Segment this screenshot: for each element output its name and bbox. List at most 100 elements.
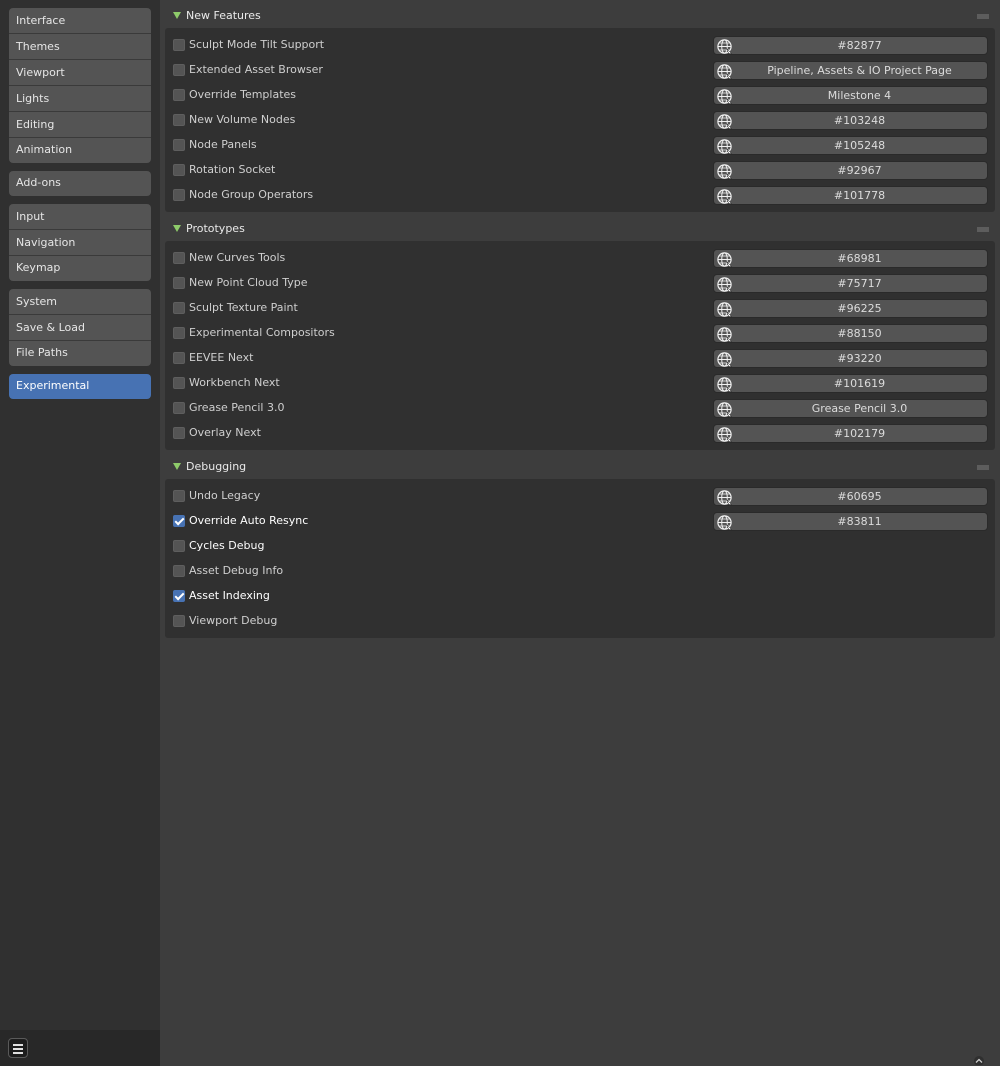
link-button[interactable]: #101619 — [713, 374, 988, 393]
checkbox-asset-indexing[interactable] — [173, 590, 185, 602]
sidebar-item-animation[interactable]: Animation — [9, 138, 151, 163]
triangle-down-icon[interactable] — [173, 463, 181, 470]
option-label[interactable]: New Point Cloud Type — [189, 276, 307, 289]
globe-icon — [716, 113, 733, 130]
option-row-overlay-next: Overlay Next #102179 — [165, 421, 995, 446]
link-button[interactable]: #68981 — [713, 249, 988, 268]
link-button[interactable]: #102179 — [713, 424, 988, 443]
checkbox-extended-asset-browser[interactable] — [173, 64, 185, 76]
checkbox-grease-pencil-3-0[interactable] — [173, 402, 185, 414]
link-button-label: #75717 — [837, 277, 882, 290]
link-button[interactable]: #60695 — [713, 487, 988, 506]
option-label[interactable]: Sculpt Texture Paint — [189, 301, 298, 314]
link-button-label: #68981 — [837, 252, 882, 265]
option-row-sculpt-mode-tilt-support: Sculpt Mode Tilt Support #82877 — [165, 33, 995, 58]
option-label[interactable]: Node Panels — [189, 138, 257, 151]
option-label[interactable]: New Curves Tools — [189, 251, 285, 264]
checkbox-override-auto-resync[interactable] — [173, 515, 185, 527]
sidebar-item-interface[interactable]: Interface — [9, 8, 151, 34]
link-button[interactable]: #92967 — [713, 161, 988, 180]
hamburger-menu-icon[interactable] — [8, 1038, 28, 1058]
option-label[interactable]: Overlay Next — [189, 426, 261, 439]
option-label[interactable]: EEVEE Next — [189, 351, 253, 364]
link-button[interactable]: #103248 — [713, 111, 988, 130]
checkbox-viewport-debug[interactable] — [173, 615, 185, 627]
checkbox-workbench-next[interactable] — [173, 377, 185, 389]
checkbox-node-group-operators[interactable] — [173, 189, 185, 201]
sidebar-footer — [0, 1030, 160, 1066]
drag-grip-icon[interactable] — [977, 227, 989, 232]
option-label[interactable]: Cycles Debug — [189, 539, 264, 552]
globe-icon — [716, 163, 733, 180]
link-button[interactable]: #101778 — [713, 186, 988, 205]
sidebar-item-experimental[interactable]: Experimental — [9, 374, 151, 399]
checkbox-rotation-socket[interactable] — [173, 164, 185, 176]
triangle-down-icon[interactable] — [173, 12, 181, 19]
sidebar-item-save-load[interactable]: Save & Load — [9, 315, 151, 341]
option-label[interactable]: Override Templates — [189, 88, 296, 101]
link-button[interactable]: #75717 — [713, 274, 988, 293]
globe-icon — [716, 376, 733, 393]
panel-header[interactable]: Debugging — [165, 453, 995, 479]
option-label[interactable]: Asset Debug Info — [189, 564, 283, 577]
link-button[interactable]: #88150 — [713, 324, 988, 343]
sidebar-item-viewport[interactable]: Viewport — [9, 60, 151, 86]
link-button[interactable]: #82877 — [713, 36, 988, 55]
option-label[interactable]: Override Auto Resync — [189, 514, 308, 527]
checkbox-sculpt-mode-tilt-support[interactable] — [173, 39, 185, 51]
globe-icon — [716, 88, 733, 105]
sidebar-item-navigation[interactable]: Navigation — [9, 230, 151, 256]
link-button[interactable]: #105248 — [713, 136, 988, 155]
sidebar-item-editing[interactable]: Editing — [9, 112, 151, 138]
option-label[interactable]: Asset Indexing — [189, 589, 270, 602]
panel-title: Prototypes — [186, 222, 245, 235]
option-label[interactable]: Sculpt Mode Tilt Support — [189, 38, 324, 51]
option-label[interactable]: Grease Pencil 3.0 — [189, 401, 284, 414]
option-label[interactable]: Rotation Socket — [189, 163, 275, 176]
option-row-override-templates: Override Templates Milestone 4 — [165, 83, 995, 108]
link-button-label: #101778 — [833, 189, 886, 202]
option-row-new-point-cloud-type: New Point Cloud Type #75717 — [165, 271, 995, 296]
link-button[interactable]: Milestone 4 — [713, 86, 988, 105]
checkbox-cycles-debug[interactable] — [173, 540, 185, 552]
link-button-label: Pipeline, Assets & IO Project Page — [767, 64, 952, 77]
option-label[interactable]: New Volume Nodes — [189, 113, 295, 126]
drag-grip-icon[interactable] — [977, 465, 989, 470]
panel-body: New Curves Tools #68981 New Point Cloud Ty… — [165, 241, 995, 450]
checkbox-asset-debug-info[interactable] — [173, 565, 185, 577]
link-button[interactable]: Grease Pencil 3.0 — [713, 399, 988, 418]
link-button[interactable]: Pipeline, Assets & IO Project Page — [713, 61, 988, 80]
sidebar-item-lights[interactable]: Lights — [9, 86, 151, 112]
checkbox-undo-legacy[interactable] — [173, 490, 185, 502]
checkbox-overlay-next[interactable] — [173, 427, 185, 439]
link-button-label: #92967 — [837, 164, 882, 177]
link-button[interactable]: #83811 — [713, 512, 988, 531]
link-button[interactable]: #96225 — [713, 299, 988, 318]
sidebar-item-system[interactable]: System — [9, 289, 151, 315]
checkbox-new-curves-tools[interactable] — [173, 252, 185, 264]
sidebar-item-add-ons[interactable]: Add-ons — [9, 171, 151, 196]
option-label[interactable]: Experimental Compositors — [189, 326, 335, 339]
option-label[interactable]: Undo Legacy — [189, 489, 260, 502]
checkbox-new-volume-nodes[interactable] — [173, 114, 185, 126]
option-label[interactable]: Viewport Debug — [189, 614, 277, 627]
checkbox-node-panels[interactable] — [173, 139, 185, 151]
checkbox-sculpt-texture-paint[interactable] — [173, 302, 185, 314]
sidebar-item-file-paths[interactable]: File Paths — [9, 341, 151, 366]
panel-header[interactable]: Prototypes — [165, 215, 995, 241]
sidebar-item-keymap[interactable]: Keymap — [9, 256, 151, 281]
drag-grip-icon[interactable] — [977, 14, 989, 19]
checkbox-eevee-next[interactable] — [173, 352, 185, 364]
sidebar-item-themes[interactable]: Themes — [9, 34, 151, 60]
checkbox-override-templates[interactable] — [173, 89, 185, 101]
option-label[interactable]: Node Group Operators — [189, 188, 313, 201]
sidebar-item-input[interactable]: Input — [9, 204, 151, 230]
checkbox-experimental-compositors[interactable] — [173, 327, 185, 339]
link-button[interactable]: #93220 — [713, 349, 988, 368]
option-label[interactable]: Extended Asset Browser — [189, 63, 323, 76]
panel-header[interactable]: New Features — [165, 2, 995, 28]
checkbox-new-point-cloud-type[interactable] — [173, 277, 185, 289]
triangle-down-icon[interactable] — [173, 225, 181, 232]
option-label[interactable]: Workbench Next — [189, 376, 280, 389]
chevron-up-icon[interactable] — [972, 1055, 986, 1065]
